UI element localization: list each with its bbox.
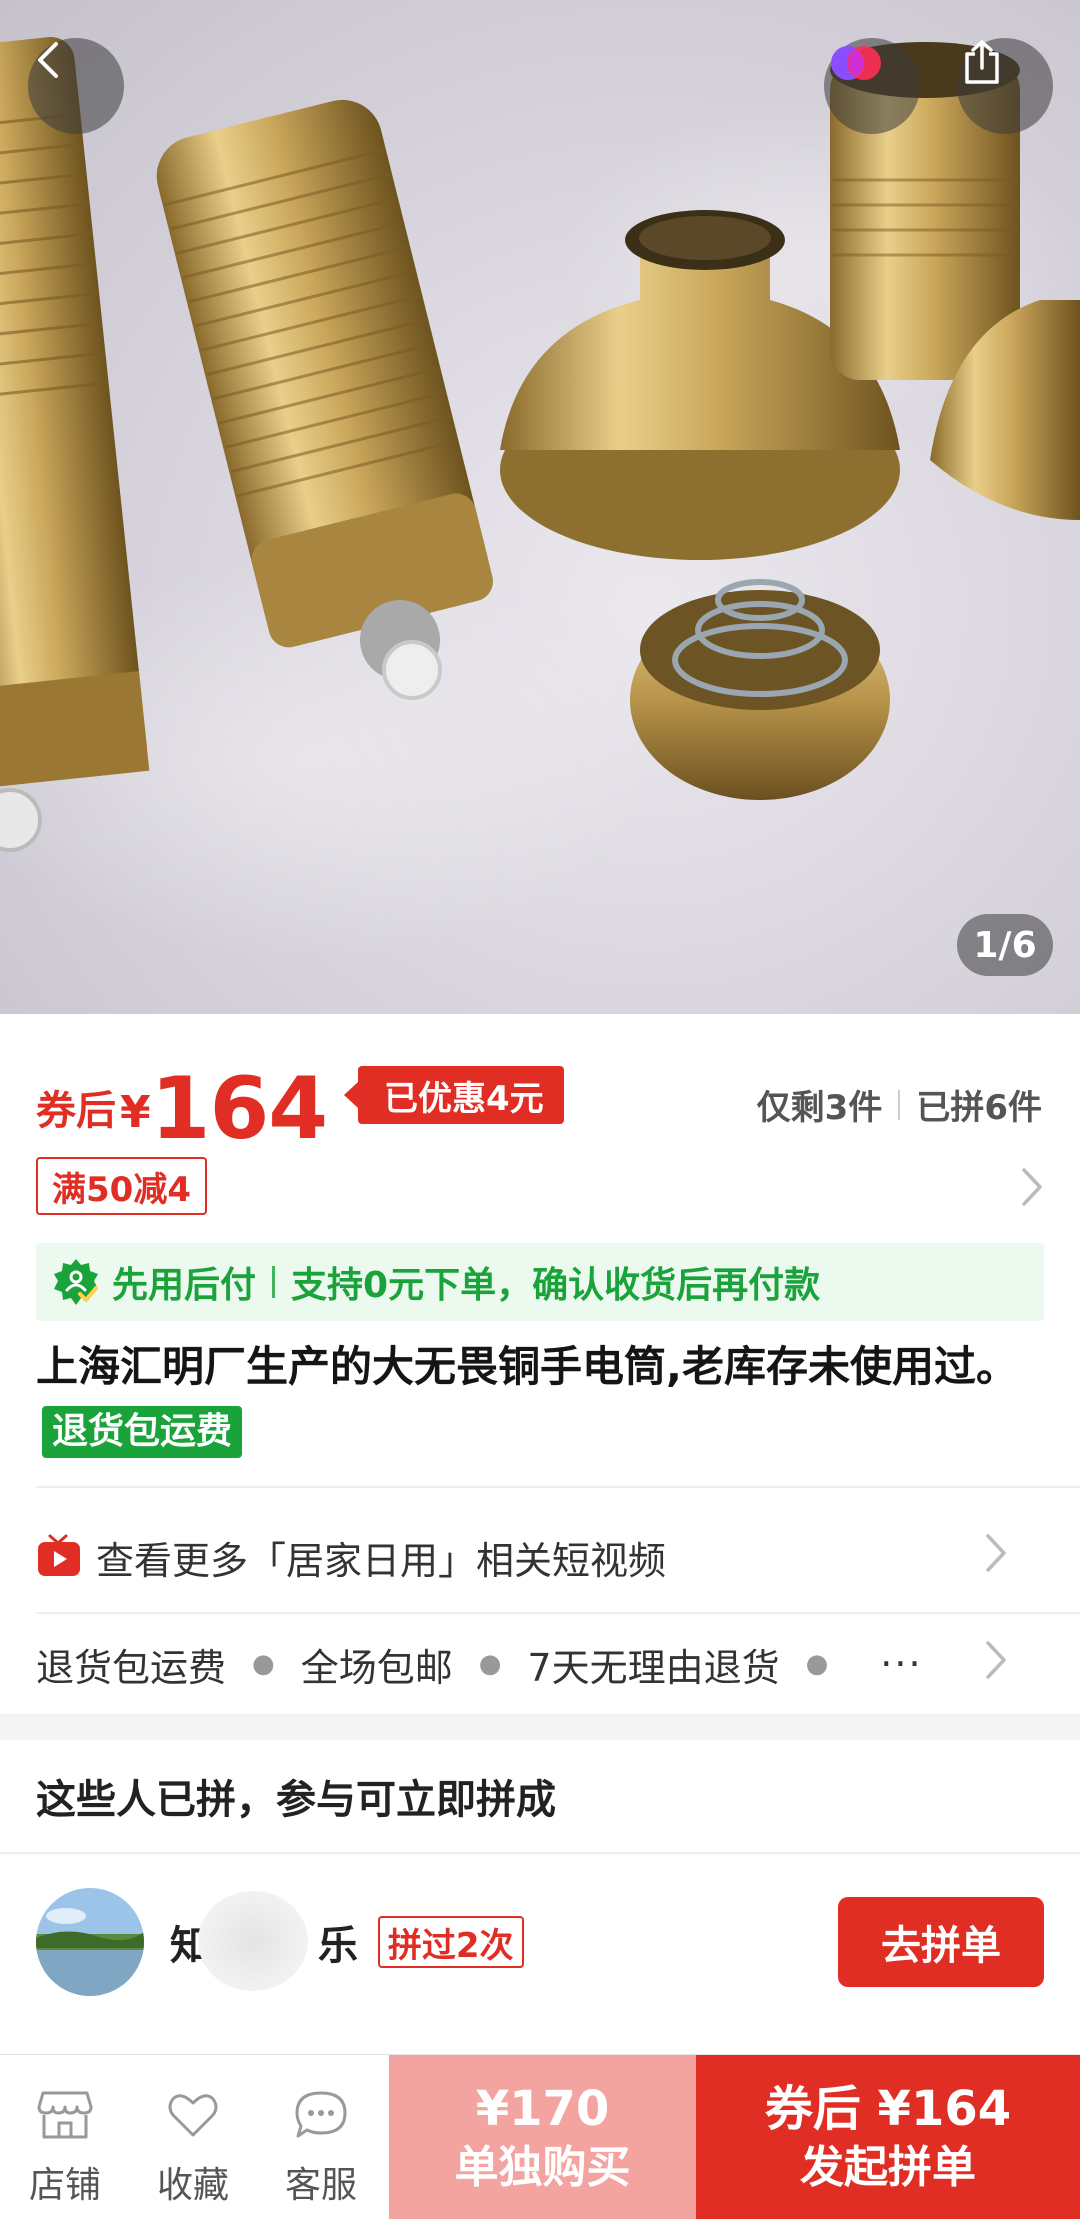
single-buy-label: 单独购买: [454, 2141, 631, 2193]
service-item: 全场包邮: [300, 1645, 453, 1690]
product-title: 上海汇明厂生产的大无畏铜手电筒,老库存未使用过。 退货包运费: [36, 1334, 1046, 1466]
coupon-badge[interactable]: 满50减4: [36, 1157, 207, 1215]
join-group-button[interactable]: 去拼单: [838, 1897, 1044, 1987]
joined-count-badge: 拼过2次: [377, 1916, 524, 1968]
avatar: [36, 1888, 144, 1996]
back-button[interactable]: [28, 38, 124, 134]
related-video-label: 查看更多「居家日用」相关短视频: [96, 1538, 667, 1583]
nav-service-label: 客服: [284, 2165, 357, 2206]
product-image-carousel[interactable]: 1/6: [0, 0, 1080, 1014]
nav-favorite-button[interactable]: 收藏: [138, 2083, 248, 2208]
stock-info: 仅剩3件 已拼6件: [757, 1080, 1042, 1129]
service-separator-dot: ●: [805, 1649, 829, 1679]
chat-icon: [293, 2089, 349, 2150]
stock-divider: [898, 1089, 901, 1120]
member-name-end: 乐: [317, 1923, 358, 1969]
group-buy-label: 发起拼单: [800, 2141, 976, 2193]
bottom-action-bar: 店铺 收藏 客服 ¥170 单独购买 券后 ¥164 发起拼单: [0, 2054, 1080, 2219]
price-prefix: 券后: [36, 1088, 116, 1134]
service-item: 7天无理由退货: [527, 1645, 780, 1690]
currency-symbol: ¥: [120, 1087, 151, 1138]
pay-later-badge-icon: [50, 1256, 102, 1308]
member-name: 知 乐: [170, 1891, 358, 1991]
discount-tag: 已优惠4元: [344, 1066, 564, 1124]
product-photo: [0, 37, 1080, 960]
sold-count: 已拼6件: [916, 1088, 1042, 1128]
nav-store-label: 店铺: [28, 2165, 101, 2206]
chevron-right-icon[interactable]: [1018, 1166, 1046, 1212]
chevron-right-icon: [982, 1532, 1010, 1583]
nav-service-button[interactable]: 客服: [266, 2083, 376, 2208]
section-divider: [0, 1852, 1080, 1854]
group-buy-price: 券后 ¥164: [764, 2080, 1012, 2137]
image-counter: 1/6: [957, 914, 1053, 976]
stock-left: 仅剩3件: [756, 1088, 883, 1128]
nav-favorite-label: 收藏: [156, 2165, 229, 2206]
video-play-icon: [36, 1534, 82, 1580]
price-amount: 164: [150, 1059, 329, 1159]
start-group-buy-button[interactable]: 券后 ¥164 发起拼单: [696, 2055, 1080, 2219]
pay-later-label: 先用后付: [112, 1265, 257, 1306]
name-blur-mask: [198, 1891, 308, 1991]
pay-later-detail: 支持0元下单，确认收货后再付款: [291, 1265, 821, 1306]
single-buy-button[interactable]: ¥170 单独购买: [389, 2055, 696, 2219]
price-line: 券后 ¥ 164: [36, 1054, 329, 1159]
share-button[interactable]: [957, 38, 1053, 134]
free-return-badge: 退货包运费: [42, 1406, 243, 1458]
group-buy-section: 这些人已拼，参与可立即拼成 知 乐 拼过2次 去拼单: [0, 1740, 1080, 2054]
product-title-text: 上海汇明厂生产的大无畏铜手电筒,老库存未使用过。: [36, 1342, 1018, 1391]
service-separator-dot: ●: [252, 1649, 275, 1679]
pay-later-banner[interactable]: 先用后付 支持0元下单，确认收货后再付款: [36, 1243, 1044, 1321]
service-item: 退货包运费: [36, 1645, 227, 1690]
group-member-row[interactable]: 知 乐 拼过2次 去拼单: [36, 1886, 1044, 1998]
single-buy-price: ¥170: [475, 2080, 610, 2137]
store-icon: [37, 2089, 93, 2150]
related-video-link[interactable]: 查看更多「居家日用」相关短视频: [36, 1502, 1044, 1612]
section-divider: [36, 1486, 1080, 1488]
group-buy-heading: 这些人已拼，参与可立即拼成: [36, 1777, 556, 1823]
pay-later-divider: [272, 1266, 276, 1298]
nav-store-button[interactable]: 店铺: [10, 2083, 120, 2208]
product-info-section: 券后 ¥ 164 已优惠4元 仅剩3件 已拼6件 满50减4 先用后付 支持0元…: [0, 1014, 1080, 1714]
service-guarantees-row[interactable]: 退货包运费 ● 全场包邮 ● 7天无理由退货 ● ···: [36, 1614, 1044, 1714]
more-services-ellipsis: ···: [880, 1642, 923, 1686]
service-separator-dot: ●: [478, 1649, 502, 1679]
chevron-right-icon: [982, 1639, 1010, 1690]
heart-icon: [165, 2089, 221, 2150]
brand-logo-button[interactable]: [824, 38, 920, 134]
